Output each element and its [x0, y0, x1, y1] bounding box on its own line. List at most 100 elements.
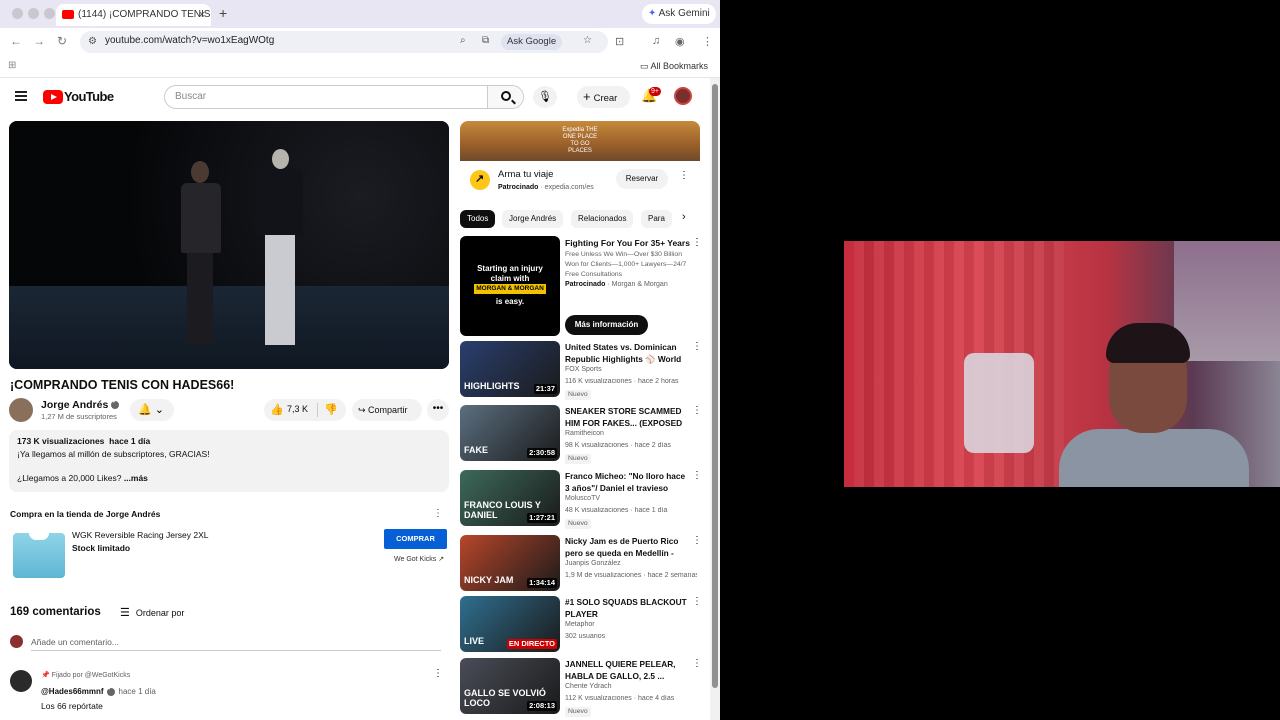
recommendation-title[interactable]: Nicky Jam es de Puerto Rico pero se qued… — [565, 535, 687, 559]
ad-banner-image[interactable]: Expedia THE ONE PLACE TO GO PLACES — [460, 121, 700, 161]
recommendation-title[interactable]: United States vs. Dominican Republic Hig… — [565, 341, 687, 365]
chip-para[interactable]: Para — [641, 210, 672, 228]
microphone-icon[interactable]: 🎙 — [533, 86, 557, 108]
promo-thumbnail[interactable]: Starting an injury claim with MORGAN & M… — [460, 236, 560, 336]
recommendation-channel[interactable]: Juanpis González — [565, 560, 621, 567]
apps-icon[interactable]: ⊞ — [8, 60, 16, 71]
recommendation-channel[interactable]: Metaphor — [565, 621, 595, 628]
recommendation-title[interactable]: SNEAKER STORE SCAMMED HIM FOR FAKES... (… — [565, 405, 687, 429]
forward-icon[interactable]: → — [33, 34, 45, 48]
new-tab-button[interactable]: + — [219, 5, 227, 21]
tab-youtube[interactable]: (1144) ¡COMPRANDO TENIS CON HADES66! × — [56, 4, 211, 26]
recommendation-item[interactable]: FAKE 2:30:58 SNEAKER STORE SCAMMED HIM FOR… — [460, 405, 705, 464]
sort-button[interactable]: ☰ Ordenar por — [120, 606, 184, 619]
recommendation-channel[interactable]: Ramitheicon — [565, 430, 604, 437]
url-text[interactable]: youtube.com/watch?v=wo1xEagWOtg — [105, 35, 274, 46]
expedia-logo-icon[interactable] — [470, 170, 490, 190]
subscription-bell-button[interactable]: 🔔 ⌄ — [130, 399, 174, 421]
view-count: 173 K visualizaciones — [17, 436, 105, 446]
ask-gemini-button[interactable]: ✦ Ask Gemini — [642, 4, 716, 24]
more-actions-button[interactable]: ••• — [427, 399, 449, 421]
share-button[interactable]: ↪ Compartir — [352, 399, 422, 421]
media-icon[interactable]: ♫ — [652, 35, 660, 47]
install-icon[interactable]: ⧉ — [482, 35, 489, 46]
create-button[interactable]: + Crear — [577, 86, 630, 108]
recommendation-item[interactable]: NICKY JAM 1:34:14 Nicky Jam es de Puerto R… — [460, 535, 705, 593]
maximize-window-button[interactable] — [44, 8, 55, 19]
close-icon[interactable]: × — [199, 4, 205, 26]
video-player[interactable] — [9, 121, 449, 369]
profile-icon[interactable]: ◉ — [675, 35, 685, 48]
like-count[interactable]: 7,3 K — [287, 404, 308, 414]
zoom-icon[interactable]: ⌕ — [460, 35, 466, 46]
chevron-right-icon[interactable]: › — [682, 211, 686, 223]
show-more-link[interactable]: ...más — [124, 473, 148, 483]
promo-title[interactable]: Fighting For You For 35+ Years — [565, 238, 690, 248]
recommendation-channel[interactable]: FOX Sports — [565, 366, 602, 373]
comment-author-text: @Hades66mmnf — [41, 687, 104, 696]
filter-chips: Todos Jorge Andrés Relacionados Para › — [460, 210, 700, 228]
product-name[interactable]: WGK Reversible Racing Jersey 2XL — [72, 530, 209, 540]
store-link[interactable]: We Got Kicks ↗ — [394, 555, 444, 563]
video-stats: 173 K visualizaciones hace 1 día — [17, 436, 441, 446]
account-avatar[interactable] — [674, 87, 692, 105]
hamburger-menu-icon[interactable] — [15, 91, 27, 101]
kebab-menu-icon[interactable]: ⋮ — [692, 535, 702, 546]
recommendation-channel[interactable]: MoluscoTV — [565, 495, 600, 502]
search-input[interactable]: Buscar — [175, 91, 206, 102]
reload-icon[interactable]: ↻ — [57, 34, 67, 48]
scrollbar-thumb[interactable] — [712, 84, 718, 688]
recommendation-title[interactable]: #1 SOLO SQUADS BLACKOUT PLAYER — [565, 596, 687, 620]
channel-avatar[interactable] — [9, 398, 33, 422]
kebab-menu-icon[interactable]: ⋮ — [692, 237, 702, 248]
recommendation-item[interactable]: GALLO SE VOLVIÓ LOCO 2:08:13 JANNELL QUIER… — [460, 658, 705, 717]
chip-todos[interactable]: Todos — [460, 210, 496, 228]
kebab-menu-icon[interactable]: ⋮ — [679, 170, 689, 181]
chip-channel[interactable]: Jorge Andrés — [502, 210, 564, 228]
recommendation-thumbnail[interactable]: LIVE EN DIRECTO — [460, 596, 560, 652]
address-bar[interactable]: ⚙ youtube.com/watch?v=wo1xEagWOtg ⌕ ⧉ As… — [80, 31, 608, 53]
description-box[interactable]: 173 K visualizaciones hace 1 día ¡Ya lle… — [9, 430, 449, 492]
comment-input[interactable]: Añade un comentario... — [31, 637, 119, 647]
recommendation-channel[interactable]: Chente Ydrach — [565, 683, 612, 690]
product-image[interactable] — [13, 533, 65, 578]
recommendation-thumbnail[interactable]: FAKE 2:30:58 — [460, 405, 560, 461]
back-icon[interactable]: ← — [10, 34, 22, 48]
chip-related[interactable]: Relacionados — [571, 210, 634, 228]
minimize-window-button[interactable] — [28, 8, 39, 19]
site-info-icon[interactable]: ⚙ — [88, 36, 97, 47]
buy-button[interactable]: COMPRAR — [384, 529, 447, 549]
recommendation-item[interactable]: HIGHLIGHTS 21:37 United States vs. Dominic… — [460, 341, 705, 400]
recommendation-thumbnail[interactable]: NICKY JAM 1:34:14 — [460, 535, 560, 591]
reserve-button[interactable]: Reservar — [616, 169, 668, 189]
more-info-button[interactable]: Más información — [565, 315, 648, 335]
thumbs-down-icon[interactable]: 👎 — [324, 403, 338, 416]
channel-name[interactable]: Jorge Andrés — [41, 398, 120, 411]
kebab-menu-icon[interactable]: ⋮ — [692, 470, 702, 481]
all-bookmarks-button[interactable]: ▭ All Bookmarks — [640, 61, 708, 72]
kebab-menu-icon[interactable]: ⋮ — [433, 508, 443, 519]
tab-search-icon[interactable]: ⊡ — [615, 35, 624, 48]
kebab-menu-icon[interactable]: ⋮ — [702, 35, 713, 48]
close-window-button[interactable] — [12, 8, 23, 19]
recommendation-item[interactable]: LIVE EN DIRECTO #1 SOLO SQUADS BLACKOUT PL… — [460, 596, 705, 654]
bookmark-star-icon[interactable]: ☆ — [583, 35, 592, 46]
kebab-menu-icon[interactable]: ⋮ — [692, 658, 702, 669]
recommendation-title[interactable]: Franco Micheo: "No lloro hace 3 años"/ D… — [565, 470, 687, 494]
kebab-menu-icon[interactable]: ⋮ — [433, 668, 443, 679]
kebab-menu-icon[interactable]: ⋮ — [692, 596, 702, 607]
recommendation-thumbnail[interactable]: GALLO SE VOLVIÓ LOCO 2:08:13 — [460, 658, 560, 714]
kebab-menu-icon[interactable]: ⋮ — [692, 405, 702, 416]
thumbs-up-icon[interactable]: 👍 — [270, 403, 284, 416]
ask-google-button[interactable]: Ask Google — [501, 34, 563, 50]
ad-title[interactable]: Arma tu viaje — [498, 169, 553, 180]
recommendation-thumbnail[interactable]: FRANCO LOUIS Y DANIEL 1:27:21 — [460, 470, 560, 526]
page-scrollbar[interactable] — [710, 78, 720, 720]
commenter-avatar[interactable] — [10, 670, 32, 692]
recommendation-item[interactable]: FRANCO LOUIS Y DANIEL 1:27:21 Franco Miche… — [460, 470, 705, 529]
kebab-menu-icon[interactable]: ⋮ — [692, 341, 702, 352]
comment-author[interactable]: @Hades66mmnf hace 1 día — [41, 685, 156, 696]
recommendation-thumbnail[interactable]: HIGHLIGHTS 21:37 — [460, 341, 560, 397]
recommendation-title[interactable]: JANNELL QUIERE PELEAR, HABLA DE GALLO, 2… — [565, 658, 687, 682]
search-button[interactable] — [487, 86, 523, 108]
